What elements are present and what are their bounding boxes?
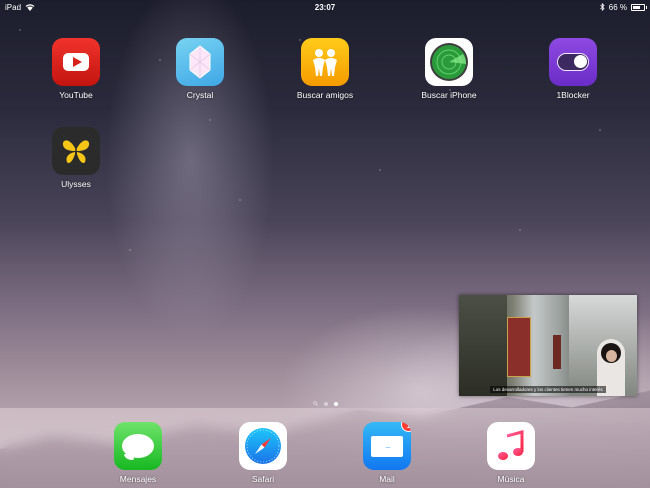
device-name: iPad bbox=[5, 2, 22, 12]
safari-icon bbox=[239, 422, 287, 470]
dock-app-musica[interactable]: Música bbox=[463, 422, 559, 484]
video-subtitle: Los desarrolladores y los clientes tiene… bbox=[459, 386, 637, 393]
dock-app-safari[interactable]: Safari bbox=[215, 422, 311, 484]
find-friends-icon bbox=[301, 38, 349, 86]
app-label: Buscar amigos bbox=[296, 90, 354, 100]
mail-icon: 1 bbox=[363, 422, 411, 470]
1blocker-icon bbox=[549, 38, 597, 86]
page-indicator[interactable] bbox=[0, 401, 650, 406]
app-label: Safari bbox=[251, 474, 275, 484]
app-label: Mensajes bbox=[119, 474, 157, 484]
ulysses-icon bbox=[52, 127, 100, 175]
wifi-icon bbox=[25, 3, 35, 11]
app-crystal[interactable]: Crystal bbox=[152, 38, 248, 100]
clock: 23:07 bbox=[314, 2, 336, 12]
app-label: Mail bbox=[379, 474, 395, 484]
crystal-icon bbox=[176, 38, 224, 86]
app-buscar-amigos[interactable]: Buscar amigos bbox=[277, 38, 373, 100]
bluetooth-icon bbox=[599, 3, 605, 11]
app-youtube[interactable]: YouTube bbox=[28, 38, 124, 100]
page-dot-active bbox=[333, 401, 338, 406]
app-label: YouTube bbox=[59, 90, 93, 100]
dock-app-mensajes[interactable]: Mensajes bbox=[90, 422, 186, 484]
find-iphone-icon bbox=[425, 38, 473, 86]
app-label: Música bbox=[497, 474, 525, 484]
picture-in-picture-video[interactable]: Los desarrolladores y los clientes tiene… bbox=[459, 295, 637, 396]
page-dot bbox=[323, 401, 328, 406]
app-label: Buscar iPhone bbox=[421, 90, 477, 100]
battery-level bbox=[633, 5, 640, 9]
notification-badge: 1 bbox=[401, 422, 411, 432]
youtube-icon bbox=[52, 38, 100, 86]
battery-icon bbox=[631, 3, 647, 11]
app-1blocker[interactable]: 1Blocker bbox=[525, 38, 621, 100]
status-bar: iPad 23:07 66 % bbox=[0, 0, 650, 14]
app-label: Crystal bbox=[186, 90, 214, 100]
app-label: Ulysses bbox=[61, 179, 91, 189]
app-buscar-iphone[interactable]: Buscar iPhone bbox=[401, 38, 497, 100]
spotlight-search-icon bbox=[312, 401, 318, 406]
music-icon bbox=[487, 422, 535, 470]
dock-app-mail[interactable]: 1 Mail bbox=[339, 422, 435, 484]
app-ulysses[interactable]: Ulysses bbox=[28, 127, 124, 189]
messages-icon bbox=[114, 422, 162, 470]
battery-percentage: 66 % bbox=[608, 2, 627, 12]
app-label: 1Blocker bbox=[556, 90, 590, 100]
dock: Mensajes Safari 1 Mail Música bbox=[0, 408, 650, 488]
